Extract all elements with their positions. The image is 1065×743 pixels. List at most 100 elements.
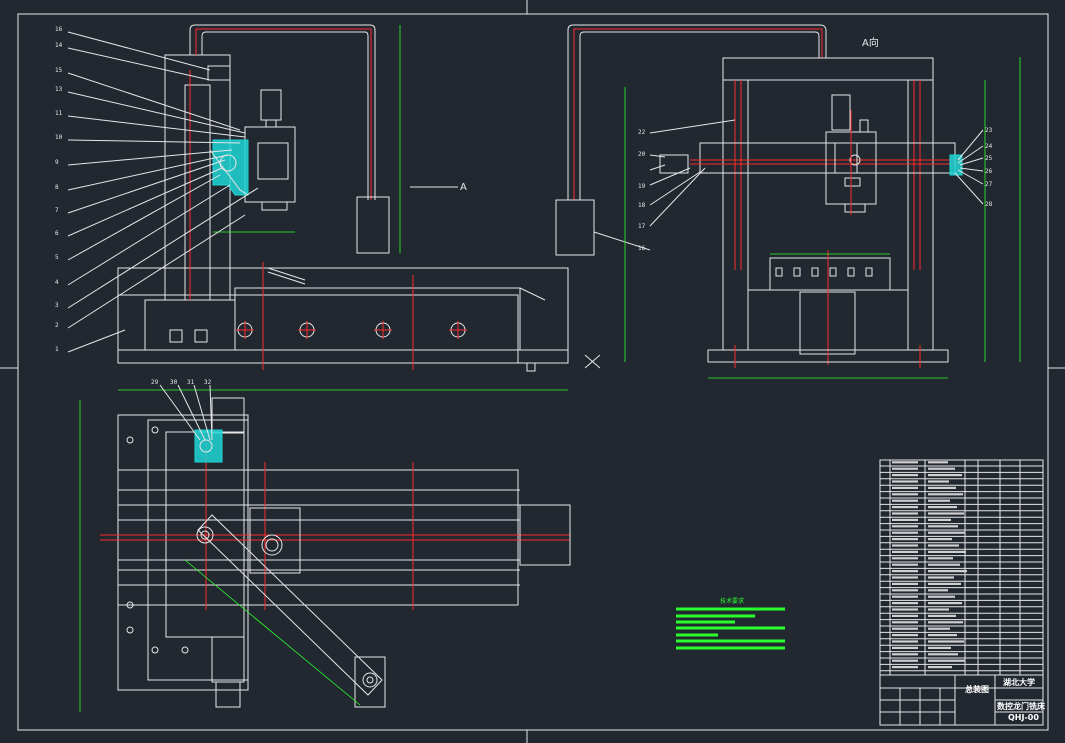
callout-22: 22	[638, 129, 646, 136]
parts-row-code	[892, 550, 918, 553]
callout-19: 19	[638, 183, 646, 190]
callout-2: 2	[55, 322, 59, 329]
parts-row-code	[892, 467, 918, 470]
parts-row-text	[928, 602, 962, 605]
parts-row-text	[928, 518, 951, 521]
parts-row-text	[928, 461, 948, 464]
parts-row-text	[928, 506, 957, 509]
parts-row-code	[892, 614, 918, 617]
parts-row-text	[928, 659, 965, 662]
parts-row-code	[892, 576, 918, 579]
parts-row-code	[892, 653, 918, 656]
parts-row-text	[928, 589, 948, 592]
drawing-title: 总装图	[965, 684, 989, 694]
callout-18: 18	[638, 202, 646, 209]
parts-row-text	[928, 570, 967, 573]
parts-row-text	[928, 480, 949, 483]
parts-row-text	[928, 467, 955, 470]
parts-row-text	[928, 595, 955, 598]
callout-28: 28	[985, 201, 993, 208]
callout-6: 6	[55, 230, 59, 237]
parts-row-code	[892, 634, 918, 637]
parts-row-code	[892, 461, 918, 464]
parts-row-code	[892, 608, 918, 611]
parts-row-text	[928, 653, 958, 656]
parts-row-code	[892, 557, 918, 560]
title-block: 总装图 湖北大学 数控龙门铣床 QHJ-00	[879, 674, 1046, 726]
parts-row-text	[928, 557, 953, 560]
callout-25: 25	[985, 155, 993, 162]
callout-16-side: 16	[638, 245, 646, 252]
parts-row-code	[892, 589, 918, 592]
callout-3: 3	[55, 302, 59, 309]
parts-row-text	[928, 563, 960, 566]
parts-row-code	[892, 506, 918, 509]
drawing-number: QHJ-00	[1008, 713, 1039, 722]
tech-requirements-title: 技术要求	[720, 597, 744, 605]
callout-20: 20	[638, 151, 646, 158]
callout-30: 30	[170, 379, 178, 386]
parts-row-code	[892, 640, 918, 643]
callout-16: 16	[55, 26, 63, 33]
callout-17: 17	[638, 223, 646, 230]
parts-row-text	[928, 531, 965, 534]
parts-row-text	[928, 512, 964, 515]
callout-26: 26	[985, 168, 993, 175]
parts-row-code	[892, 570, 918, 573]
callout-27: 27	[985, 181, 993, 188]
callout-9: 9	[55, 159, 59, 166]
tech-requirements: 技术要求	[676, 597, 785, 650]
callout-31: 31	[187, 379, 195, 386]
parts-row-code	[892, 531, 918, 534]
parts-row-text	[928, 525, 958, 528]
parts-row-code	[892, 538, 918, 541]
parts-row-code	[892, 659, 918, 662]
drawing-subtitle: 数控龙门铣床	[997, 701, 1046, 711]
parts-row-text	[928, 582, 961, 585]
parts-row-text	[928, 621, 963, 624]
parts-row-text	[928, 538, 952, 541]
parts-row-code	[892, 518, 918, 521]
callout-15: 15	[55, 67, 63, 74]
parts-row-text	[928, 544, 959, 547]
parts-row-code	[892, 627, 918, 630]
callout-29: 29	[151, 379, 159, 386]
section-marker-a: A	[460, 182, 467, 193]
parts-row-text	[928, 576, 954, 579]
view-a-label: A向	[862, 36, 879, 49]
front-view-callouts: 16 14 15 13 11 10 9 8 7 6 5 4 3 2 1	[55, 26, 63, 353]
parts-row-text	[928, 614, 956, 617]
parts-row-text	[928, 486, 956, 489]
callout-14: 14	[55, 42, 63, 49]
callout-5: 5	[55, 254, 59, 261]
parts-row-code	[892, 646, 918, 649]
top-view	[79, 389, 571, 712]
parts-row-code	[892, 595, 918, 598]
side-view: 16 A向	[555, 24, 1021, 379]
parts-row-code	[892, 544, 918, 547]
parts-row-text	[928, 627, 950, 630]
parts-row-code	[892, 666, 918, 669]
callout-4: 4	[55, 279, 59, 286]
parts-row-text	[928, 646, 951, 649]
parts-row-text	[928, 499, 950, 502]
callout-8: 8	[55, 184, 59, 191]
callout-7: 7	[55, 207, 59, 214]
parts-row-text	[928, 634, 957, 637]
callout-13: 13	[55, 86, 63, 93]
parts-row-text	[928, 640, 964, 643]
callout-24: 24	[985, 143, 993, 150]
side-view-callouts: 22 20 19 18 17 23 24 25 26 27 28	[638, 127, 993, 230]
parts-row-code	[892, 602, 918, 605]
cad-drawing-canvas: A 16 14 15 13 11 10 9 8 7 6 5 4 3 2 1 16…	[0, 0, 1065, 743]
parts-list	[879, 459, 1044, 676]
callout-23: 23	[985, 127, 993, 134]
parts-row-code	[892, 582, 918, 585]
front-view: A	[117, 24, 601, 372]
parts-row-text	[928, 608, 949, 611]
parts-row-text	[928, 550, 966, 553]
parts-row-code	[892, 621, 918, 624]
parts-row-code	[892, 480, 918, 483]
parts-row-code	[892, 499, 918, 502]
parts-row-text	[928, 493, 963, 496]
